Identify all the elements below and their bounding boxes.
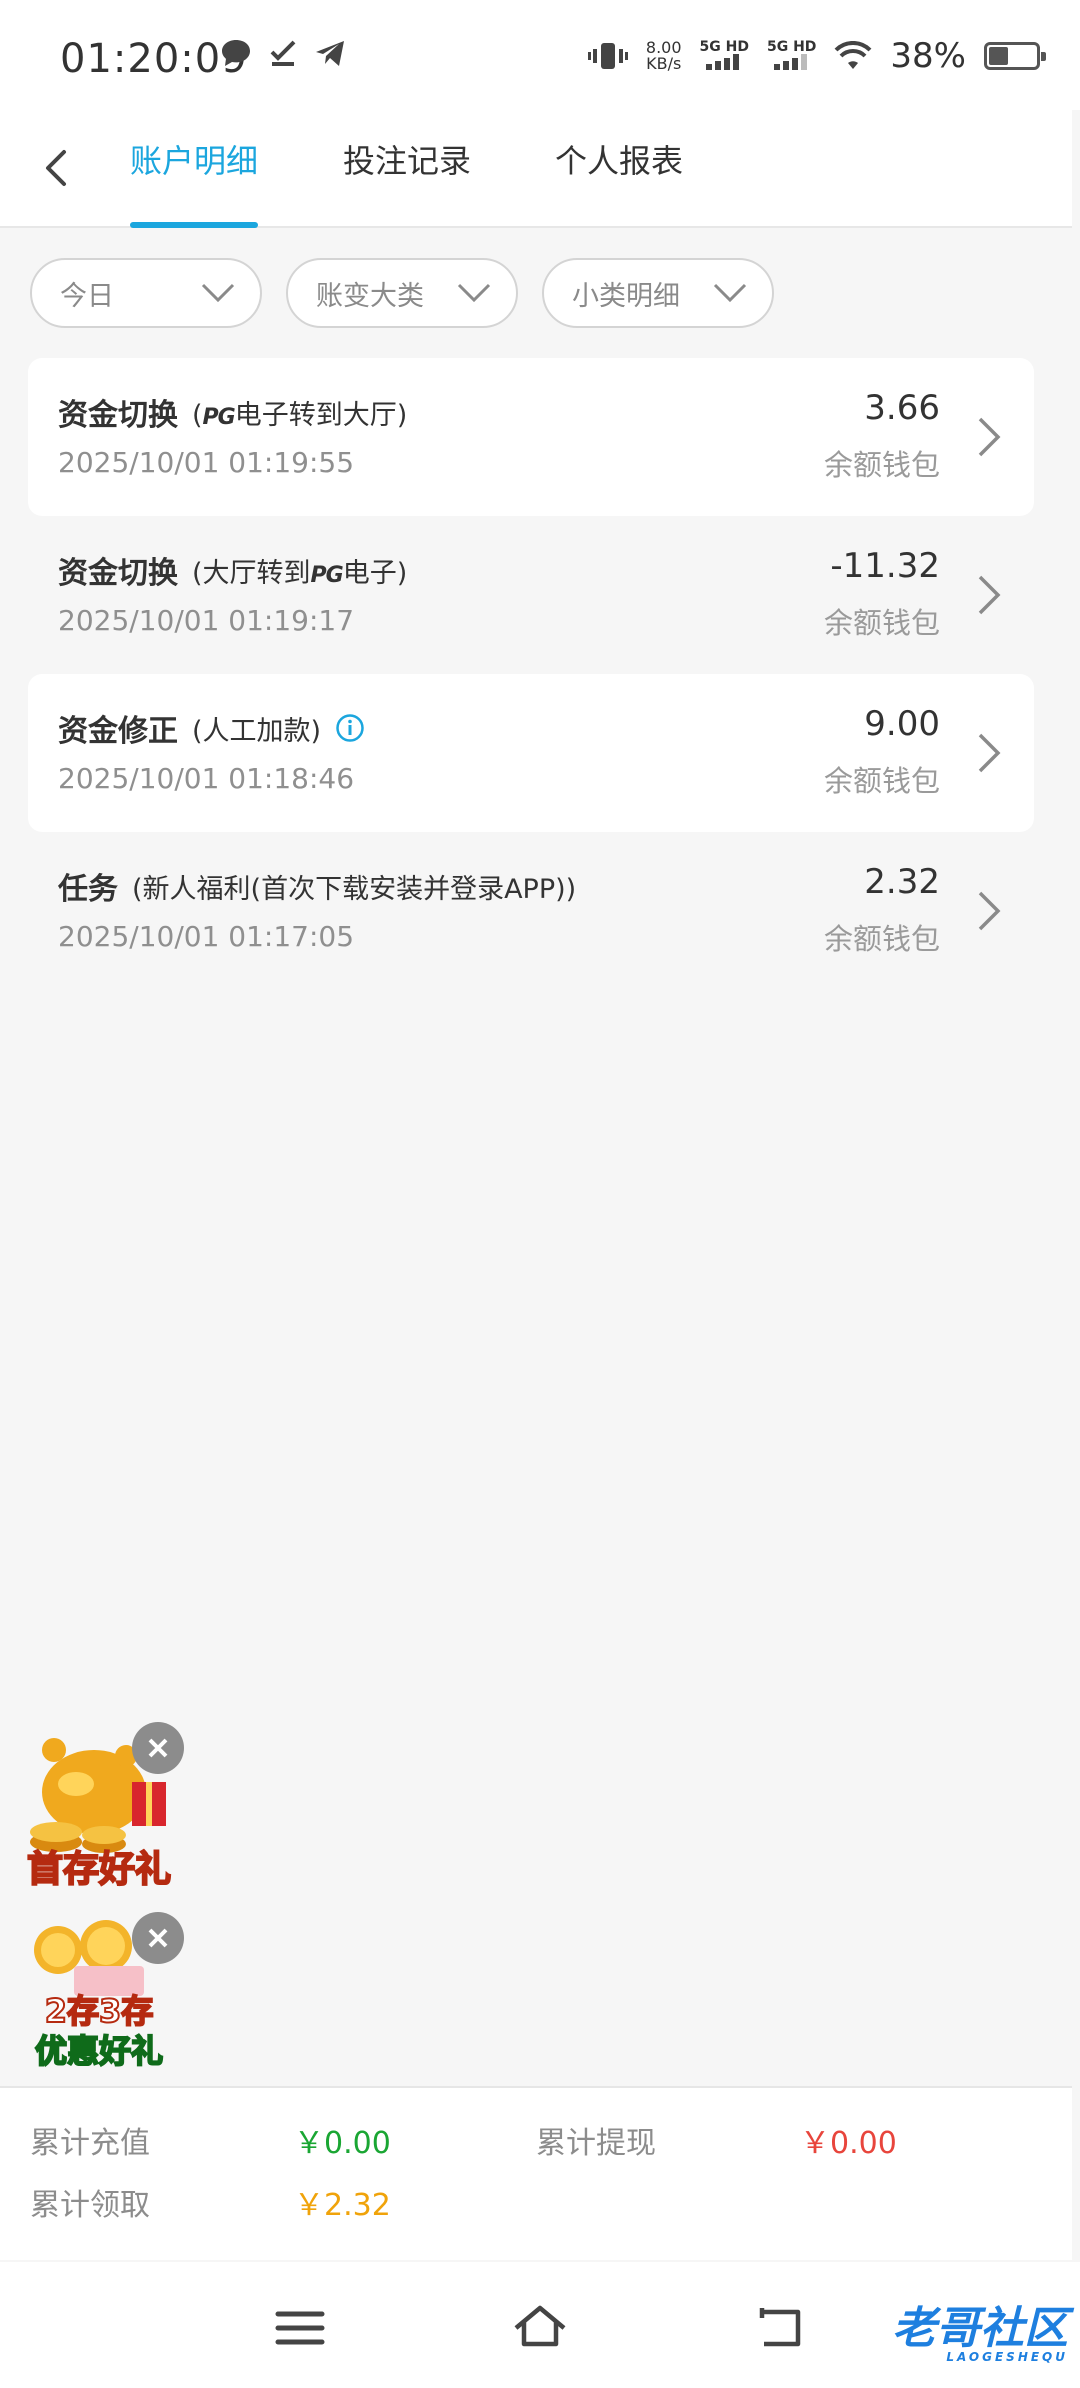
filter-category[interactable]: 账变大类 — [286, 258, 518, 328]
back-nav-icon[interactable] — [750, 2298, 810, 2358]
close-icon — [148, 1928, 168, 1948]
promo-close-button[interactable] — [132, 1722, 184, 1774]
record-title: 任务 — [58, 872, 118, 907]
status-notification-icons — [220, 38, 346, 68]
battery-icon — [984, 42, 1046, 70]
chevron-right-icon — [978, 417, 1001, 457]
recharge-label: 累计充值 — [30, 2126, 150, 2161]
check-list-icon — [270, 40, 296, 66]
record-wallet: 余额钱包 — [823, 764, 940, 798]
record-wallet: 余额钱包 — [823, 922, 940, 956]
system-nav-bar: 老哥社区 LAOGESHEQU — [0, 2262, 1080, 2388]
record-time: 2025/10/01 01:19:55 — [58, 446, 355, 479]
tab-personal-report[interactable]: 个人报表 — [555, 136, 683, 228]
record-amount: -11.32 — [830, 546, 940, 586]
pg-logo: PG — [202, 404, 236, 430]
promo-second-deposit-line2: 优惠好礼 — [34, 2031, 164, 2071]
close-icon — [148, 1738, 168, 1758]
list-item[interactable]: 任务 (新人福利(首次下载安装并登录APP)) 2025/10/01 01:17… — [28, 832, 1034, 990]
message-icon — [222, 40, 250, 66]
vibrate-icon — [587, 43, 628, 69]
back-icon[interactable] — [28, 138, 88, 198]
chevron-down-icon — [713, 283, 747, 303]
withdraw-label: 累计提现 — [536, 2126, 656, 2161]
summary-panel: 累计充值 ￥0.00 累计提现 ￥0.00 累计领取 ￥2.32 — [0, 2086, 1072, 2260]
record-amount: 3.66 — [864, 388, 940, 428]
record-wallet: 余额钱包 — [823, 448, 940, 482]
record-subtitle: (新人福利(首次下载安装并登录APP)) — [132, 873, 577, 905]
battery-percent: 38% — [890, 36, 966, 76]
promo-first-deposit-text: 首存好礼 — [26, 1848, 172, 1891]
record-subtitle: (PG电子转到大厅) — [192, 399, 408, 431]
record-title: 资金切换 — [58, 556, 178, 591]
chevron-right-icon — [978, 733, 1001, 773]
chevron-down-icon — [457, 283, 491, 303]
signal-bars-icon — [706, 53, 740, 70]
signal-1: 5G HD — [700, 40, 749, 73]
record-title: 资金切换 — [58, 398, 178, 433]
list-item[interactable]: 资金切换 (PG电子转到大厅) 2025/10/01 01:19:55 3.66… — [28, 358, 1034, 516]
telegram-icon — [316, 41, 344, 66]
filter-date[interactable]: 今日 — [30, 258, 262, 328]
chevron-right-icon — [978, 575, 1001, 615]
record-subtitle: (人工加款) — [192, 715, 322, 747]
filter-bar: 今日 账变大类 小类明细 — [30, 258, 774, 328]
record-time: 2025/10/01 01:17:05 — [58, 920, 355, 953]
battery-fill — [989, 47, 1008, 65]
status-right-icons: 8.00 KB/s 5G HD 5G HD 38% — [587, 36, 1046, 76]
recharge-value: ￥0.00 — [294, 2126, 391, 2161]
network-speed: 8.00 KB/s — [645, 38, 682, 73]
record-time: 2025/10/01 01:19:17 — [58, 604, 355, 637]
list-item[interactable]: 资金修正 (人工加款) 2025/10/01 01:18:46 9.00 余额钱… — [28, 674, 1034, 832]
list-item[interactable]: 资金切换 (大厅转到PG电子) 2025/10/01 01:19:17 -11.… — [28, 516, 1034, 674]
claim-label: 累计领取 — [30, 2188, 150, 2223]
filter-subcategory[interactable]: 小类明细 — [542, 258, 774, 328]
record-subtitle: (大厅转到PG电子) — [192, 557, 408, 589]
withdraw-value: ￥0.00 — [800, 2126, 897, 2161]
home-icon[interactable] — [510, 2298, 570, 2358]
record-time: 2025/10/01 01:18:46 — [58, 762, 355, 795]
record-title: 资金修正 — [58, 714, 178, 749]
tab-bet-records[interactable]: 投注记录 — [343, 136, 471, 228]
chevron-right-icon — [978, 891, 1001, 931]
record-amount: 2.32 — [864, 862, 940, 902]
claim-value: ￥2.32 — [294, 2188, 391, 2223]
header-tabs: 账户明细 投注记录 个人报表 — [0, 110, 1072, 228]
info-icon[interactable] — [335, 713, 365, 743]
pg-logo: PG — [310, 562, 344, 588]
tab-underline — [130, 222, 259, 228]
tab-account-details[interactable]: 账户明细 — [130, 136, 259, 228]
record-amount: 9.00 — [864, 704, 940, 744]
status-bar: 01:20:09 8.00 KB/s 5G HD 5G HD 38% — [0, 0, 1080, 110]
watermark-logo: 老哥社区 LAOGESHEQU — [892, 2303, 1068, 2364]
wifi-icon — [835, 41, 872, 69]
signal-bars-icon — [773, 53, 807, 70]
menu-icon[interactable] — [270, 2298, 330, 2358]
record-list: 资金切换 (PG电子转到大厅) 2025/10/01 01:19:55 3.66… — [28, 358, 1034, 990]
chevron-down-icon — [201, 283, 235, 303]
signal-2: 5G HD — [767, 40, 816, 73]
promo-close-button[interactable] — [132, 1912, 184, 1964]
record-wallet: 余额钱包 — [823, 606, 940, 640]
